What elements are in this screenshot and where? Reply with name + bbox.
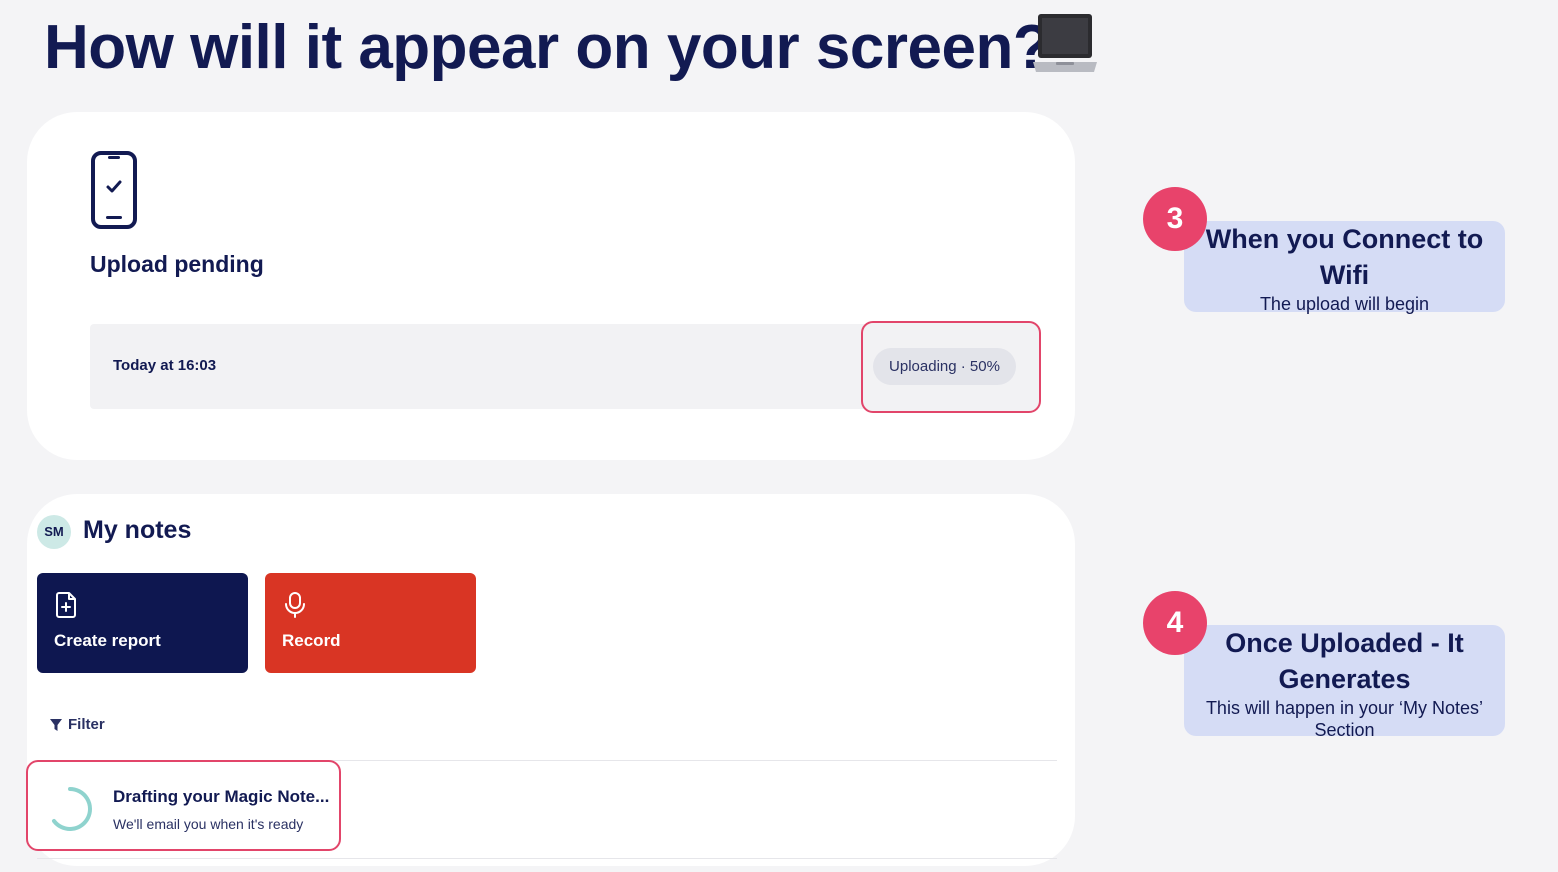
upload-status-title: Upload pending — [90, 251, 264, 277]
callout-heading: When you Connect to Wifi — [1205, 224, 1484, 290]
drafting-note-title: Drafting your Magic Note... — [113, 787, 330, 806]
record-button[interactable]: Record — [265, 573, 476, 673]
filter-label: Filter — [68, 716, 105, 733]
avatar[interactable]: SM — [37, 515, 71, 549]
filter-button[interactable]: Filter — [49, 716, 105, 733]
record-label: Record — [282, 631, 341, 650]
upload-progress-badge: Uploading · 50% — [873, 348, 1016, 385]
filter-icon — [50, 718, 62, 731]
callout-step-3: When you Connect to Wifi The upload will… — [1184, 221, 1505, 314]
file-plus-icon — [56, 592, 76, 618]
callout-text: This will happen in your ‘My Notes’ Sect… — [1205, 698, 1484, 740]
drafting-note-subtitle: We'll email you when it's ready — [113, 816, 304, 832]
phone-check-icon — [91, 151, 137, 229]
list-divider — [37, 858, 1057, 859]
notes-title: My notes — [83, 516, 192, 544]
callout-text: The upload will begin — [1259, 294, 1430, 314]
callout-heading: Once Uploaded - It Generates — [1225, 628, 1464, 694]
callout-step-4: Once Uploaded - It Generates This will h… — [1184, 625, 1505, 740]
loading-spinner-icon — [52, 787, 92, 831]
step-badge-3: 3 — [1143, 187, 1207, 251]
step-badge-4: 4 — [1143, 591, 1207, 655]
create-report-button[interactable]: Create report — [37, 573, 248, 673]
page-title: How will it appear on your screen? — [44, 13, 1051, 82]
microphone-icon — [285, 592, 305, 618]
upload-timestamp: Today at 16:03 — [113, 357, 217, 374]
create-report-label: Create report — [54, 631, 161, 650]
laptop-icon — [1033, 14, 1097, 72]
